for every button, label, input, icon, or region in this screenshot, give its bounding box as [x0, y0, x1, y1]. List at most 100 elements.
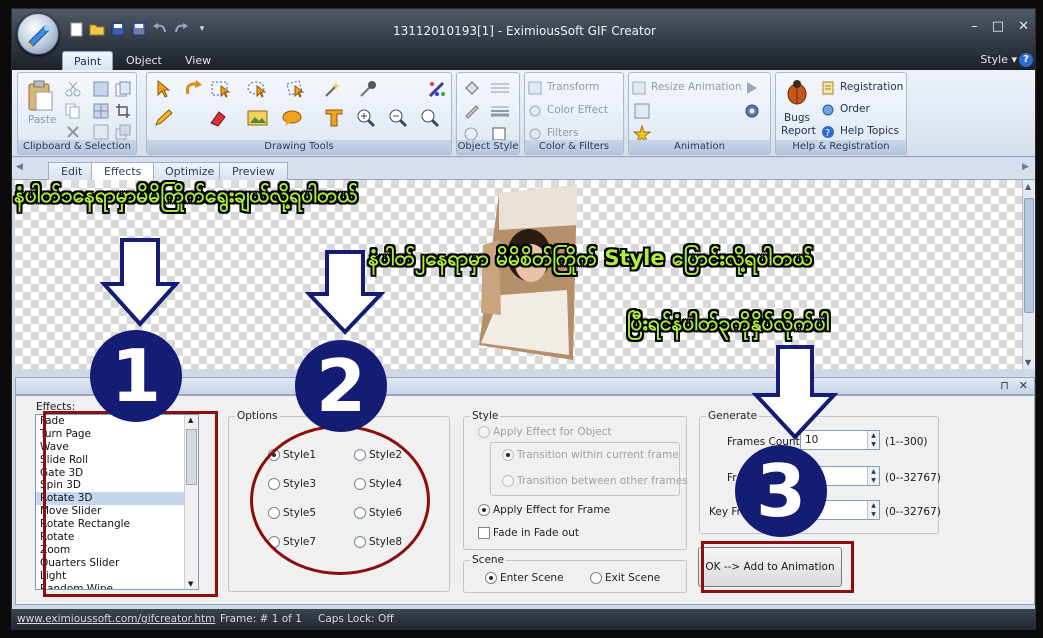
frame-icon[interactable] — [631, 100, 653, 122]
panel-close-icon[interactable]: ✕ — [1019, 379, 1028, 392]
apply-frame-option[interactable]: Apply Effect for Frame — [478, 504, 610, 516]
between-frames-radio[interactable] — [502, 475, 514, 487]
effect-item[interactable]: Random Wipe — [36, 583, 198, 589]
effects-list[interactable]: Fade Turn Page Wave Slide Roll Gate 3D Spin 3… — [35, 414, 199, 590]
copy-frame-icon[interactable] — [112, 78, 134, 100]
style-option-3[interactable]: Style3 — [268, 478, 316, 490]
style-radio[interactable] — [354, 449, 366, 461]
tab-view[interactable]: View — [174, 51, 222, 70]
order-button[interactable]: Order — [840, 103, 870, 115]
speech-bubble-icon[interactable] — [281, 107, 303, 129]
enter-scene-radio[interactable] — [485, 572, 497, 584]
effect-item[interactable]: Turn Page — [36, 428, 198, 441]
magic-wand-icon[interactable] — [321, 78, 343, 100]
fill-color-icon[interactable] — [461, 77, 483, 99]
line-width-icon[interactable] — [489, 100, 511, 122]
style-option-2[interactable]: Style2 — [354, 449, 402, 461]
effect-item[interactable]: Quarters Slider — [36, 557, 198, 570]
style-option-8[interactable]: Style8 — [354, 536, 402, 548]
app-menu-button[interactable] — [17, 13, 59, 55]
effects-scroll-thumb[interactable] — [186, 429, 197, 485]
enter-scene-option[interactable]: Enter Scene — [485, 572, 564, 584]
tab-optimize[interactable]: Optimize — [152, 162, 228, 180]
zoom-fit-icon[interactable] — [419, 107, 441, 129]
help-topics-button[interactable]: Help Topics — [840, 125, 899, 137]
close-icon[interactable]: ✕ — [1018, 19, 1029, 34]
tab-scroll-left-icon[interactable]: ◀ — [16, 162, 23, 172]
style-radio[interactable] — [354, 507, 366, 519]
paste-button[interactable]: Paste — [28, 114, 56, 126]
help-icon[interactable]: ? — [1019, 53, 1033, 67]
style-radio[interactable] — [268, 478, 280, 490]
registration-button[interactable]: Registration — [840, 81, 903, 93]
effect-item[interactable]: Rotate Rectangle — [36, 518, 198, 531]
text-tool-icon[interactable] — [323, 107, 345, 129]
between-frames-option[interactable]: Transition between other frames — [502, 475, 688, 487]
key-frame-spin-buttons[interactable]: ▲ ▼ — [867, 501, 879, 519]
palette-icon[interactable] — [427, 78, 449, 100]
tab-preview[interactable]: Preview — [219, 162, 288, 180]
style-option-1[interactable]: Style1 — [268, 449, 316, 461]
rect-select-icon[interactable] — [211, 78, 233, 100]
filters-button[interactable]: Filters — [547, 127, 578, 139]
within-frame-radio[interactable] — [502, 449, 514, 461]
effect-item[interactable]: Gate 3D — [36, 467, 198, 480]
style-option-5[interactable]: Style5 — [268, 507, 316, 519]
style-option-6[interactable]: Style6 — [354, 507, 402, 519]
effect-item[interactable]: Rotate 3D — [36, 492, 198, 506]
zoom-in-icon[interactable] — [355, 107, 377, 129]
scroll-thumb[interactable] — [1024, 198, 1034, 313]
style-radio[interactable] — [268, 507, 280, 519]
tab-scroll-right-icon[interactable]: ▶ — [1022, 162, 1029, 172]
apply-frame-radio[interactable] — [478, 504, 490, 516]
color-effect-button[interactable]: Color Effect — [547, 104, 608, 116]
field2-spin-buttons[interactable]: ▲ ▼ — [867, 467, 879, 485]
pointer-icon[interactable] — [153, 78, 175, 100]
image-icon[interactable] — [247, 107, 269, 129]
effect-item[interactable]: Slide Roll — [36, 454, 198, 467]
pin-icon[interactable]: ⊓ — [1000, 379, 1009, 392]
effects-scroll-down-icon[interactable]: ▼ — [188, 580, 193, 588]
apply-object-option[interactable]: Apply Effect for Object — [478, 426, 612, 438]
tab-effects[interactable]: Effects — [91, 162, 155, 180]
canvas-scrollbar[interactable]: ▲ ▼ — [1022, 180, 1035, 369]
scroll-down-icon[interactable]: ▼ — [1025, 358, 1031, 367]
grid-icon[interactable] — [90, 100, 112, 122]
line-color-icon[interactable] — [461, 100, 483, 122]
tab-object[interactable]: Object — [115, 51, 173, 70]
fade-checkbox[interactable] — [478, 527, 490, 539]
effect-item[interactable]: Rotate — [36, 531, 198, 544]
fade-option[interactable]: Fade in Fade out — [478, 527, 579, 539]
effect-item[interactable]: Spin 3D — [36, 479, 198, 492]
eraser-icon[interactable] — [207, 107, 229, 129]
effects-scroll-up-icon[interactable]: ▲ — [188, 416, 193, 424]
frames-count-spin-buttons[interactable]: ▲ ▼ — [867, 431, 879, 449]
crop-icon[interactable] — [112, 100, 134, 122]
copy-icon[interactable] — [62, 100, 84, 122]
style-radio[interactable] — [354, 536, 366, 548]
style-option-4[interactable]: Style4 — [354, 478, 402, 490]
style-radio[interactable] — [268, 536, 280, 548]
color-picker-icon[interactable] — [357, 78, 379, 100]
tab-paint[interactable]: Paint — [62, 51, 114, 70]
status-url-link[interactable]: www.eximioussoft.com/gifcreator.htm — [17, 613, 215, 625]
zoom-out-icon[interactable] — [387, 107, 409, 129]
transform-button[interactable]: Transform — [547, 81, 599, 93]
style-option-7[interactable]: Style7 — [268, 536, 316, 548]
rotate-icon[interactable] — [182, 78, 204, 100]
apply-object-radio[interactable] — [478, 426, 490, 438]
effect-item[interactable]: Zoom — [36, 544, 198, 557]
exit-scene-radio[interactable] — [590, 572, 602, 584]
effect-item[interactable]: Wave — [36, 441, 198, 454]
minimize-icon[interactable]: – — [971, 19, 978, 34]
bugs-report-icon[interactable] — [782, 77, 812, 107]
effects-scrollbar[interactable]: ▲ ▼ — [184, 415, 198, 589]
pencil-icon[interactable] — [153, 107, 175, 129]
tab-edit[interactable]: Edit — [48, 162, 96, 180]
resize-animation-button[interactable]: Resize Animation — [651, 81, 742, 93]
settings-gear-icon[interactable] — [741, 100, 763, 122]
paste-icon[interactable] — [24, 79, 56, 113]
line-style-icon[interactable] — [489, 77, 511, 99]
style-radio[interactable] — [268, 449, 280, 461]
animation-play-icon[interactable] — [741, 77, 763, 99]
